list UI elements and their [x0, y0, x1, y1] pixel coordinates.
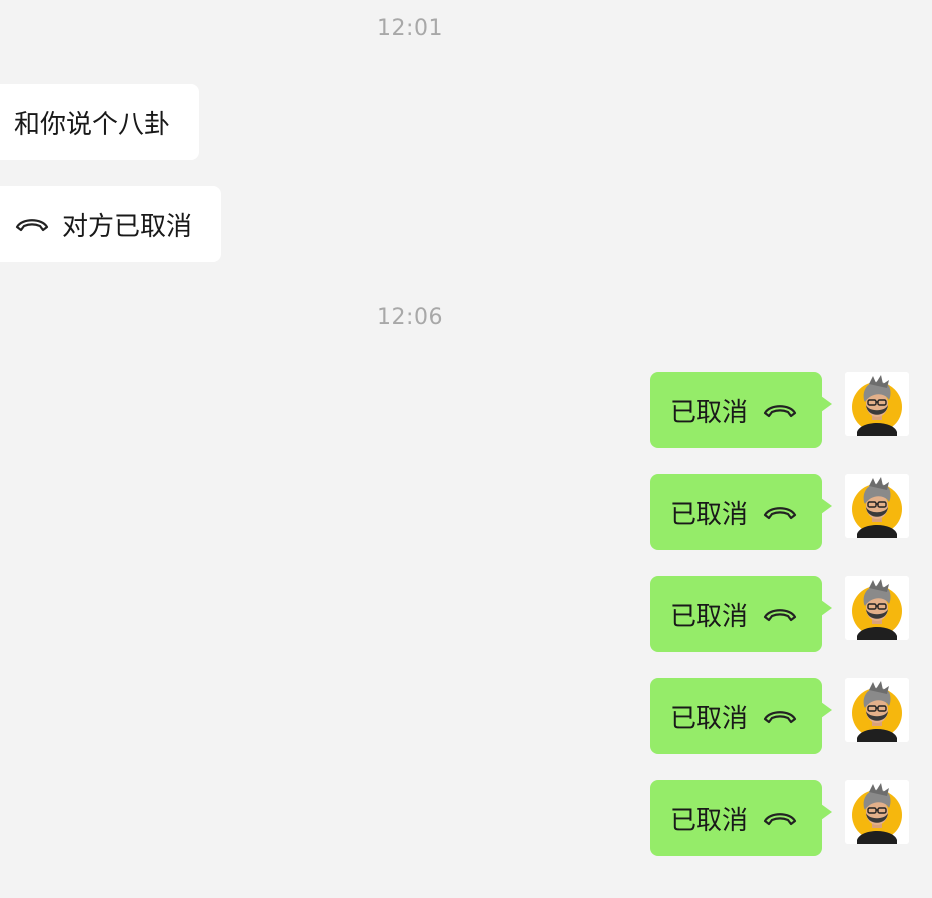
timestamp: 12:06 — [377, 305, 443, 330]
avatar[interactable] — [845, 372, 909, 436]
bubble-tail — [821, 396, 832, 412]
avatar[interactable] — [845, 474, 909, 538]
phone-hangup-icon — [762, 502, 798, 522]
incoming-call-message[interactable]: 对方已取消 — [0, 186, 221, 262]
avatar[interactable] — [845, 780, 909, 844]
outgoing-call-message[interactable]: 已取消 — [650, 474, 832, 550]
message-text: 已取消 — [670, 703, 749, 734]
message-text: 已取消 — [670, 601, 749, 632]
bubble-tail — [821, 498, 832, 514]
outgoing-row: 已取消 — [650, 372, 912, 448]
incoming-message[interactable]: 和你说个八卦 — [0, 84, 199, 160]
phone-hangup-icon — [762, 808, 798, 828]
phone-hangup-icon — [762, 706, 798, 726]
bubble-tail — [821, 804, 832, 820]
outgoing-call-message[interactable]: 已取消 — [650, 678, 832, 754]
outgoing-call-message[interactable]: 已取消 — [650, 576, 832, 652]
outgoing-row: 已取消 — [650, 678, 912, 754]
message-text: 和你说个八卦 — [14, 109, 171, 140]
phone-hangup-icon — [762, 400, 798, 420]
message-text: 已取消 — [670, 805, 749, 836]
outgoing-row: 已取消 — [650, 474, 912, 550]
chat-thread: 12:01 和你说个八卦 对方已取消 12:06 已取消 已取消 已取消 已取消… — [0, 0, 932, 898]
phone-hangup-icon — [762, 604, 798, 624]
phone-hangup-icon — [14, 214, 50, 234]
avatar[interactable] — [845, 678, 909, 742]
outgoing-call-message[interactable]: 已取消 — [650, 372, 832, 448]
avatar[interactable] — [845, 576, 909, 640]
timestamp: 12:01 — [377, 16, 443, 41]
outgoing-row: 已取消 — [650, 576, 912, 652]
message-text: 对方已取消 — [62, 211, 193, 242]
bubble-tail — [821, 702, 832, 718]
outgoing-call-message[interactable]: 已取消 — [650, 780, 832, 856]
outgoing-row: 已取消 — [650, 780, 912, 856]
message-text: 已取消 — [670, 499, 749, 530]
bubble-tail — [821, 600, 832, 616]
message-text: 已取消 — [670, 397, 749, 428]
